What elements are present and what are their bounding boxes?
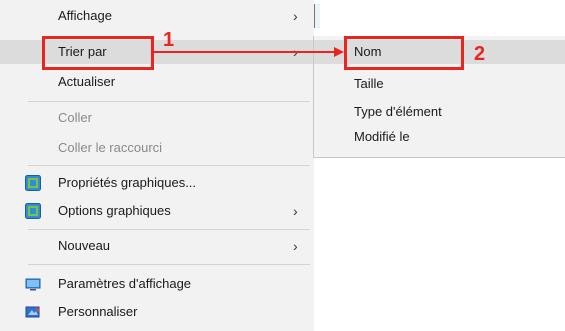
annotation-arrow xyxy=(154,47,344,57)
